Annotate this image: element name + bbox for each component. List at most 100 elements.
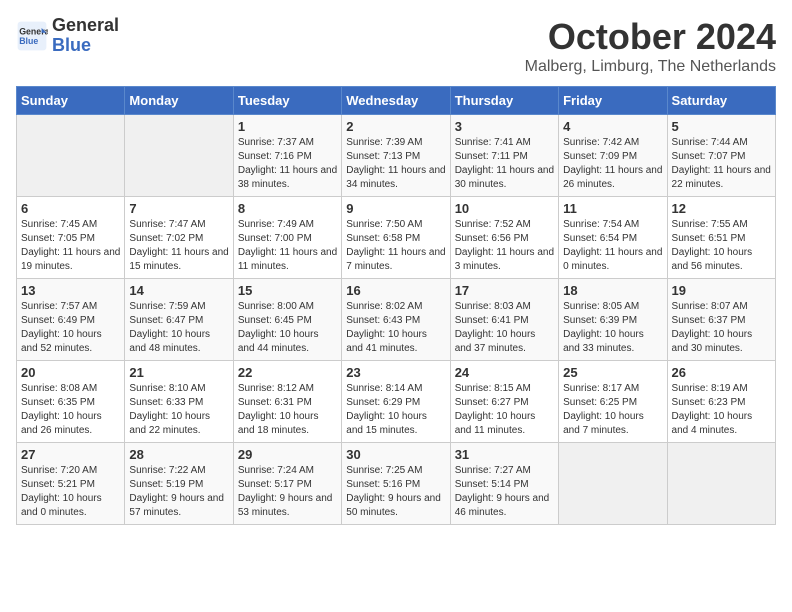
day-info: Sunrise: 7:52 AM Sunset: 6:56 PM Dayligh… [455,218,554,274]
day-info: Sunrise: 7:57 AM Sunset: 6:49 PM Dayligh… [21,300,120,356]
day-number: 10 [455,201,554,216]
day-info: Sunrise: 8:07 AM Sunset: 6:37 PM Dayligh… [672,300,771,356]
day-info: Sunrise: 7:22 AM Sunset: 5:19 PM Dayligh… [129,464,228,520]
day-number: 29 [238,447,337,462]
calendar-cell: 3 Sunrise: 7:41 AM Sunset: 7:11 PM Daylig… [450,115,558,197]
calendar-cell: 16 Sunrise: 8:02 AM Sunset: 6:43 PM Dayli… [342,279,450,361]
day-info: Sunrise: 8:19 AM Sunset: 6:23 PM Dayligh… [672,382,771,438]
day-info: Sunrise: 7:55 AM Sunset: 6:51 PM Dayligh… [672,218,771,274]
calendar-cell: 11 Sunrise: 7:54 AM Sunset: 6:54 PM Dayli… [559,197,667,279]
calendar-cell: 19 Sunrise: 8:07 AM Sunset: 6:37 PM Dayli… [667,279,775,361]
day-number: 5 [672,119,771,134]
day-number: 11 [563,201,662,216]
day-info: Sunrise: 7:47 AM Sunset: 7:02 PM Dayligh… [129,218,228,274]
day-number: 4 [563,119,662,134]
calendar-cell: 24 Sunrise: 8:15 AM Sunset: 6:27 PM Dayli… [450,361,558,443]
calendar-cell: 23 Sunrise: 8:14 AM Sunset: 6:29 PM Dayli… [342,361,450,443]
calendar-cell: 26 Sunrise: 8:19 AM Sunset: 6:23 PM Dayli… [667,361,775,443]
calendar-cell: 27 Sunrise: 7:20 AM Sunset: 5:21 PM Dayli… [17,443,125,525]
weekday-wednesday: Wednesday [342,87,450,115]
day-number: 12 [672,201,771,216]
logo-text: General Blue [52,16,119,56]
weekday-sunday: Sunday [17,87,125,115]
week-row-5: 27 Sunrise: 7:20 AM Sunset: 5:21 PM Dayli… [17,443,776,525]
week-row-3: 13 Sunrise: 7:57 AM Sunset: 6:49 PM Dayli… [17,279,776,361]
calendar-cell: 17Sunrise: 8:03 AM Sunset: 6:41 PM Dayli… [450,279,558,361]
day-number: 14 [129,283,228,298]
calendar-cell: 9Sunrise: 7:50 AM Sunset: 6:58 PM Daylig… [342,197,450,279]
day-number: 30 [346,447,445,462]
day-number: 3 [455,119,554,134]
calendar-cell: 6 Sunrise: 7:45 AM Sunset: 7:05 PM Daylig… [17,197,125,279]
calendar-cell: 8Sunrise: 7:49 AM Sunset: 7:00 PM Daylig… [233,197,341,279]
day-number: 26 [672,365,771,380]
day-number: 20 [21,365,120,380]
title-block: October 2024 Malberg, Limburg, The Nethe… [525,16,776,76]
calendar-cell: 20 Sunrise: 8:08 AM Sunset: 6:35 PM Dayli… [17,361,125,443]
calendar-cell: 1 Sunrise: 7:37 AM Sunset: 7:16 PM Daylig… [233,115,341,197]
day-info: Sunrise: 7:44 AM Sunset: 7:07 PM Dayligh… [672,136,771,192]
calendar-cell: 14 Sunrise: 7:59 AM Sunset: 6:47 PM Dayli… [125,279,233,361]
month-title: October 2024 [525,16,776,58]
day-info: Sunrise: 7:24 AM Sunset: 5:17 PM Dayligh… [238,464,337,520]
day-info: Sunrise: 7:20 AM Sunset: 5:21 PM Dayligh… [21,464,120,520]
calendar-cell [17,115,125,197]
day-number: 22 [238,365,337,380]
calendar-cell: 18 Sunrise: 8:05 AM Sunset: 6:39 PM Dayli… [559,279,667,361]
calendar-cell: 13 Sunrise: 7:57 AM Sunset: 6:49 PM Dayli… [17,279,125,361]
logo: General Blue General Blue [16,16,119,56]
day-number: 19 [672,283,771,298]
day-info: Sunrise: 7:54 AM Sunset: 6:54 PM Dayligh… [563,218,662,274]
location-title: Malberg, Limburg, The Netherlands [525,58,776,76]
day-number: 2 [346,119,445,134]
calendar-cell: 15Sunrise: 8:00 AM Sunset: 6:45 PM Dayli… [233,279,341,361]
day-number: 6 [21,201,120,216]
day-info: Sunrise: 7:27 AM Sunset: 5:14 PM Dayligh… [455,464,554,520]
day-number: 27 [21,447,120,462]
day-info: Sunrise: 8:03 AM Sunset: 6:41 PM Dayligh… [455,300,554,356]
calendar-cell [559,443,667,525]
calendar-cell [125,115,233,197]
day-info: Sunrise: 7:39 AM Sunset: 7:13 PM Dayligh… [346,136,445,192]
day-number: 18 [563,283,662,298]
weekday-thursday: Thursday [450,87,558,115]
weekday-monday: Monday [125,87,233,115]
day-number: 24 [455,365,554,380]
day-info: Sunrise: 8:15 AM Sunset: 6:27 PM Dayligh… [455,382,554,438]
page-header: General Blue General Blue October 2024 M… [16,16,776,76]
day-number: 28 [129,447,228,462]
day-info: Sunrise: 8:05 AM Sunset: 6:39 PM Dayligh… [563,300,662,356]
day-number: 1 [238,119,337,134]
day-info: Sunrise: 7:59 AM Sunset: 6:47 PM Dayligh… [129,300,228,356]
weekday-header-row: SundayMondayTuesdayWednesdayThursdayFrid… [17,87,776,115]
calendar-cell: 12 Sunrise: 7:55 AM Sunset: 6:51 PM Dayli… [667,197,775,279]
calendar-cell: 7 Sunrise: 7:47 AM Sunset: 7:02 PM Daylig… [125,197,233,279]
day-info: Sunrise: 7:41 AM Sunset: 7:11 PM Dayligh… [455,136,554,192]
calendar-cell: 29 Sunrise: 7:24 AM Sunset: 5:17 PM Dayli… [233,443,341,525]
day-number: 16 [346,283,445,298]
day-info: Sunrise: 7:37 AM Sunset: 7:16 PM Dayligh… [238,136,337,192]
day-info: Sunrise: 8:10 AM Sunset: 6:33 PM Dayligh… [129,382,228,438]
calendar-cell: 5 Sunrise: 7:44 AM Sunset: 7:07 PM Daylig… [667,115,775,197]
day-number: 25 [563,365,662,380]
day-info: Sunrise: 8:02 AM Sunset: 6:43 PM Dayligh… [346,300,445,356]
day-info: Sunrise: 7:45 AM Sunset: 7:05 PM Dayligh… [21,218,120,274]
day-number: 8 [238,201,337,216]
day-info: Sunrise: 8:14 AM Sunset: 6:29 PM Dayligh… [346,382,445,438]
day-number: 21 [129,365,228,380]
day-number: 7 [129,201,228,216]
day-info: Sunrise: 7:50 AM Sunset: 6:58 PM Dayligh… [346,218,445,274]
calendar-cell: 30Sunrise: 7:25 AM Sunset: 5:16 PM Dayli… [342,443,450,525]
day-info: Sunrise: 8:08 AM Sunset: 6:35 PM Dayligh… [21,382,120,438]
week-row-4: 20 Sunrise: 8:08 AM Sunset: 6:35 PM Dayli… [17,361,776,443]
day-number: 23 [346,365,445,380]
week-row-1: 1 Sunrise: 7:37 AM Sunset: 7:16 PM Daylig… [17,115,776,197]
logo-icon: General Blue [16,20,48,52]
calendar-cell: 28 Sunrise: 7:22 AM Sunset: 5:19 PM Dayli… [125,443,233,525]
week-row-2: 6 Sunrise: 7:45 AM Sunset: 7:05 PM Daylig… [17,197,776,279]
calendar-cell: 2 Sunrise: 7:39 AM Sunset: 7:13 PM Daylig… [342,115,450,197]
calendar-cell: 4Sunrise: 7:42 AM Sunset: 7:09 PM Daylig… [559,115,667,197]
svg-text:Blue: Blue [19,36,38,46]
day-number: 13 [21,283,120,298]
calendar-cell: 25Sunrise: 8:17 AM Sunset: 6:25 PM Dayli… [559,361,667,443]
